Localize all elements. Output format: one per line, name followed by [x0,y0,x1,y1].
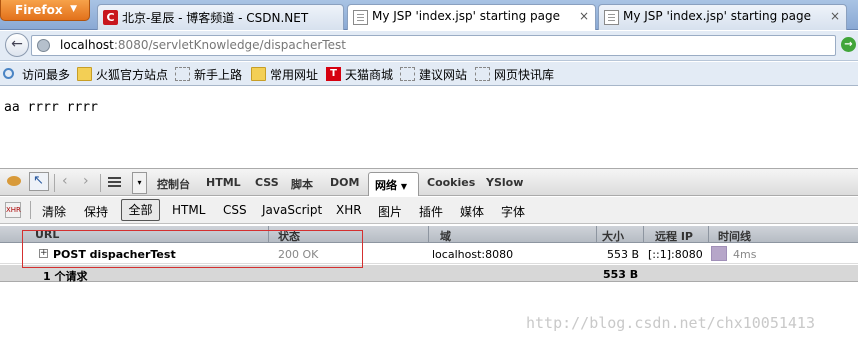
forward-arrow-icon[interactable]: › [83,173,89,189]
bookmark-getting-started[interactable]: 新手上路 [175,66,242,83]
bookmark-web-slice[interactable]: 网页快讯库 [475,66,554,83]
dropdown-icon[interactable]: ▾ [132,172,147,194]
request-time: 4ms [733,248,757,261]
tab-html[interactable]: HTML [206,176,241,189]
search-icon [3,68,14,79]
tab-css[interactable]: CSS [255,176,279,189]
tab-console[interactable]: 控制台 [157,176,190,192]
dotted-page-icon [475,67,490,81]
page-icon [604,10,619,25]
request-size: 553 B [607,248,640,261]
persist-button[interactable]: 保持 [84,203,108,220]
filter-javascript-button[interactable]: JavaScript [262,203,322,217]
column-header-timeline[interactable]: 时间线 [718,228,751,244]
column-header-domain[interactable]: 域 [440,228,451,244]
column-header-remote-ip[interactable]: 远程 IP [655,228,693,244]
url-host: localhost [60,38,114,52]
filter-fonts-button[interactable]: 字体 [501,203,525,220]
folder-icon [251,67,266,81]
bookmark-label: 建议网站 [419,68,468,82]
filter-images-button[interactable]: 图片 [378,203,402,220]
close-icon[interactable]: × [579,9,589,23]
url-bar[interactable]: localhost:8080/servletKnowledge/dispache… [31,35,836,56]
firefox-menu-label: Firefox [15,3,63,17]
bookmark-most-visited[interactable]: 访问最多 [3,66,70,83]
bookmark-label: 访问最多 [22,68,71,82]
watermark: http://blog.csdn.net/chx10051413 [526,314,815,332]
tab-yslow[interactable]: YSlow [486,176,523,189]
total-size: 553 B [603,268,639,281]
clear-button[interactable]: 清除 [42,203,66,220]
bookmark-label: 新手上路 [194,68,243,82]
filter-css-button[interactable]: CSS [223,203,247,217]
csdn-logo-icon: C [103,10,118,25]
back-arrow-icon[interactable]: ‹ [62,173,68,189]
dotted-page-icon [175,67,190,81]
column-divider [643,226,644,243]
tab-net[interactable]: 网络 ▼ [368,172,419,196]
tab-index-jsp[interactable]: My JSP 'index.jsp' starting page × [598,4,847,30]
tab-title: 北京-星辰 - 博客频道 - CSDN.NET [122,11,309,25]
bookmark-label: 天猫商城 [345,68,394,82]
page-body-text: aa rrrr rrrr [4,100,98,115]
xhr-icon: XHR [5,202,21,218]
back-button[interactable]: ← [5,33,29,57]
request-remote-ip: [::1]:8080 [648,248,703,261]
filter-media-button[interactable]: 媒体 [460,203,484,220]
dotted-page-icon [400,67,415,81]
firefox-menu-button[interactable]: Firefox ▼ [0,0,90,21]
tab-csdn[interactable]: C 北京-星辰 - 博客频道 - CSDN.NET [97,4,344,30]
tab-script[interactable]: 脚本 [291,176,313,192]
globe-icon [37,39,50,52]
tab-title: My JSP 'index.jsp' starting page [372,9,561,23]
tmall-icon: T [326,67,341,81]
column-divider [428,226,429,243]
filter-plugins-button[interactable]: 插件 [419,203,443,220]
filter-xhr-button[interactable]: XHR [336,203,362,217]
page-icon [353,10,368,25]
highlight-annotation-box [22,230,363,268]
chevron-down-icon: ▼ [70,4,77,14]
request-domain: localhost:8080 [432,248,514,261]
filter-html-button[interactable]: HTML [172,203,205,217]
tab-net-label: 网络 [375,179,397,192]
tab-cookies[interactable]: Cookies [427,176,475,189]
tab-index-jsp-active[interactable]: My JSP 'index.jsp' starting page × [347,4,596,30]
bookmark-label: 网页快讯库 [494,68,555,82]
column-divider [596,226,597,243]
bookmark-common-sites[interactable]: 常用网址 [251,66,318,83]
close-icon[interactable]: × [830,9,840,23]
bookmark-suggested-sites[interactable]: 建议网站 [400,66,467,83]
firebug-icon[interactable] [5,172,25,191]
column-header-size[interactable]: 大小 [602,228,624,244]
timeline-bar [711,246,727,261]
bookmark-label: 常用网址 [270,68,319,82]
menu-icon[interactable] [104,174,126,191]
bookmark-firefox-official[interactable]: 火狐官方站点 [77,66,168,83]
column-divider [708,226,709,243]
toolbar-divider [100,174,101,192]
bookmark-label: 火狐官方站点 [96,68,169,82]
inspect-icon[interactable] [29,172,49,191]
tab-title: My JSP 'index.jsp' starting page [623,9,812,23]
filter-all-button[interactable]: 全部 [121,199,160,221]
chevron-down-icon: ▼ [400,182,407,191]
toolbar-divider [30,201,31,219]
tab-dom[interactable]: DOM [330,176,359,189]
request-count: 1 个请求 [43,270,88,283]
url-path: :8080/servletKnowledge/dispacherTest [113,38,346,52]
folder-icon [77,67,92,81]
go-arrow-icon[interactable]: → [841,37,856,52]
toolbar-divider [54,174,55,192]
bookmark-tmall[interactable]: T 天猫商城 [326,66,393,83]
